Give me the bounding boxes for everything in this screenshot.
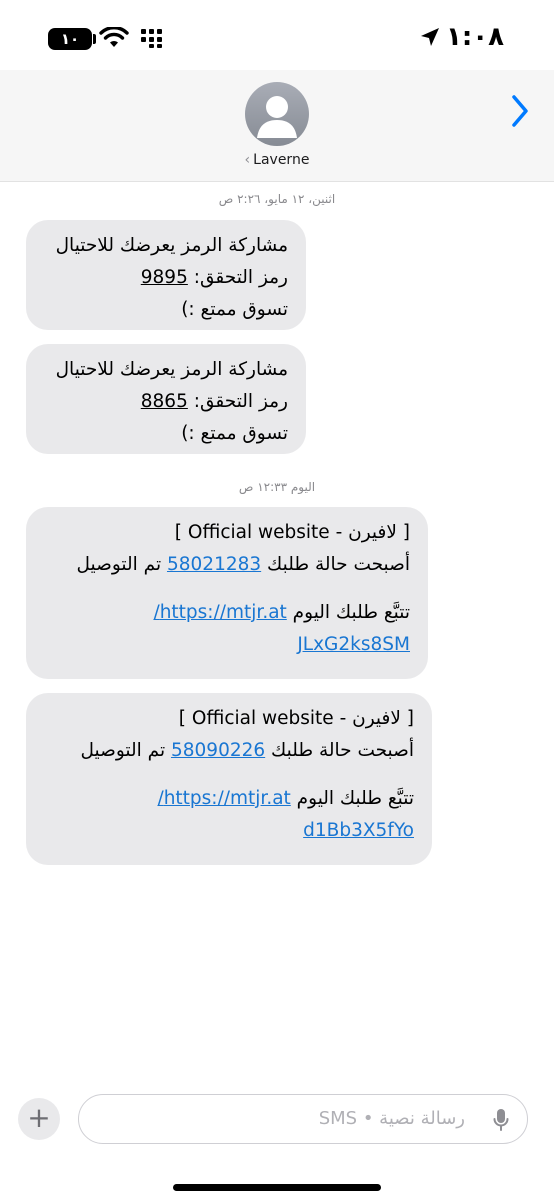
message-text: تتبَّع طلبك اليوم https://mtjr.at/ (44, 783, 414, 815)
person-silhouette-icon (257, 96, 297, 138)
message-text: مشاركة الرمز يعرضك للاحتيال (55, 359, 288, 380)
status-time: ١:٠٨ (446, 22, 505, 52)
contact-name[interactable]: ‹ Laverne (0, 152, 554, 168)
contact-details-chevron-icon: ‹ (244, 152, 251, 168)
track-label: تتبَّع طلبك اليوم (290, 788, 414, 809)
plus-icon: + (27, 1101, 51, 1134)
status-label: أصبحت حالة طلبك (265, 740, 414, 761)
message-text: d1Bb3X5fYo (44, 815, 414, 847)
tracking-link-continued[interactable]: d1Bb3X5fYo (303, 820, 414, 841)
order-number-link[interactable]: 58090226 (171, 740, 265, 761)
message-text: JLxG2ks8SM (44, 629, 410, 661)
battery-tip (93, 34, 96, 44)
message-text: أصبحت حالة طلبك 58090226 تم التوصيل (44, 735, 414, 767)
verification-code[interactable]: 8865 (141, 391, 188, 412)
status-label: أصبحت حالة طلبك (261, 554, 410, 575)
bubble-tail (15, 310, 26, 330)
home-indicator[interactable] (173, 1184, 381, 1191)
status-bar: ١٠ ١:٠٨ (0, 0, 554, 70)
message-text: رمز التحقق: 9895 (44, 262, 288, 294)
code-label: رمز التحقق: (187, 267, 288, 288)
battery-icon: ١٠ (48, 28, 92, 50)
message-text: [ لافيرن - Official website ] (174, 522, 410, 543)
conversation-header: ‹ Laverne (0, 70, 554, 182)
location-arrow-icon (421, 28, 439, 46)
order-number-link[interactable]: 58021283 (167, 554, 261, 575)
tracking-link[interactable]: https://mtjr.at/ (157, 788, 290, 809)
tracking-link[interactable]: https://mtjr.at/ (153, 602, 286, 623)
status-text: تم التوصيل (80, 740, 171, 761)
contact-name-label: Laverne (253, 152, 310, 168)
cellular-signal-icon (141, 29, 162, 48)
message-input[interactable]: رسالة نصية • SMS (78, 1094, 528, 1144)
message-bubble-4[interactable]: [ لافيرن - Official website ] أصبحت حالة… (26, 693, 432, 865)
timestamp-1: اثنين، ١٢ مايو، ٢:٢٦ ص (218, 192, 336, 206)
track-label: تتبَّع طلبك اليوم (286, 602, 410, 623)
tracking-link-continued[interactable]: JLxG2ks8SM (297, 634, 410, 655)
status-text: تم التوصيل (76, 554, 167, 575)
code-label: رمز التحقق: (187, 391, 288, 412)
message-text: رمز التحقق: 8865 (44, 386, 288, 418)
message-text: [ لافيرن - Official website ] (178, 708, 414, 729)
message-text: تتبَّع طلبك اليوم https://mtjr.at/ (44, 597, 410, 629)
message-bubble-2[interactable]: مشاركة الرمز يعرضك للاحتيال رمز التحقق: … (26, 344, 306, 454)
microphone-icon[interactable] (493, 1108, 509, 1132)
contact-avatar[interactable] (245, 82, 309, 146)
back-chevron-icon[interactable] (510, 94, 530, 128)
verification-code[interactable]: 9895 (141, 267, 188, 288)
timestamp-2: اليوم ١٢:٣٣ ص (238, 480, 316, 494)
message-bubble-3[interactable]: [ لافيرن - Official website ] أصبحت حالة… (26, 507, 428, 679)
message-input-placeholder: رسالة نصية • SMS (318, 1108, 465, 1129)
message-text: تسوق ممتع :) (181, 423, 288, 444)
message-text: مشاركة الرمز يعرضك للاحتيال (55, 235, 288, 256)
message-bubble-1[interactable]: مشاركة الرمز يعرضك للاحتيال رمز التحقق: … (15, 220, 306, 330)
message-text: أصبحت حالة طلبك 58021283 تم التوصيل (44, 549, 410, 581)
message-text: تسوق ممتع :) (181, 299, 288, 320)
wifi-icon (99, 27, 129, 47)
apps-plus-button[interactable]: + (18, 1098, 60, 1140)
